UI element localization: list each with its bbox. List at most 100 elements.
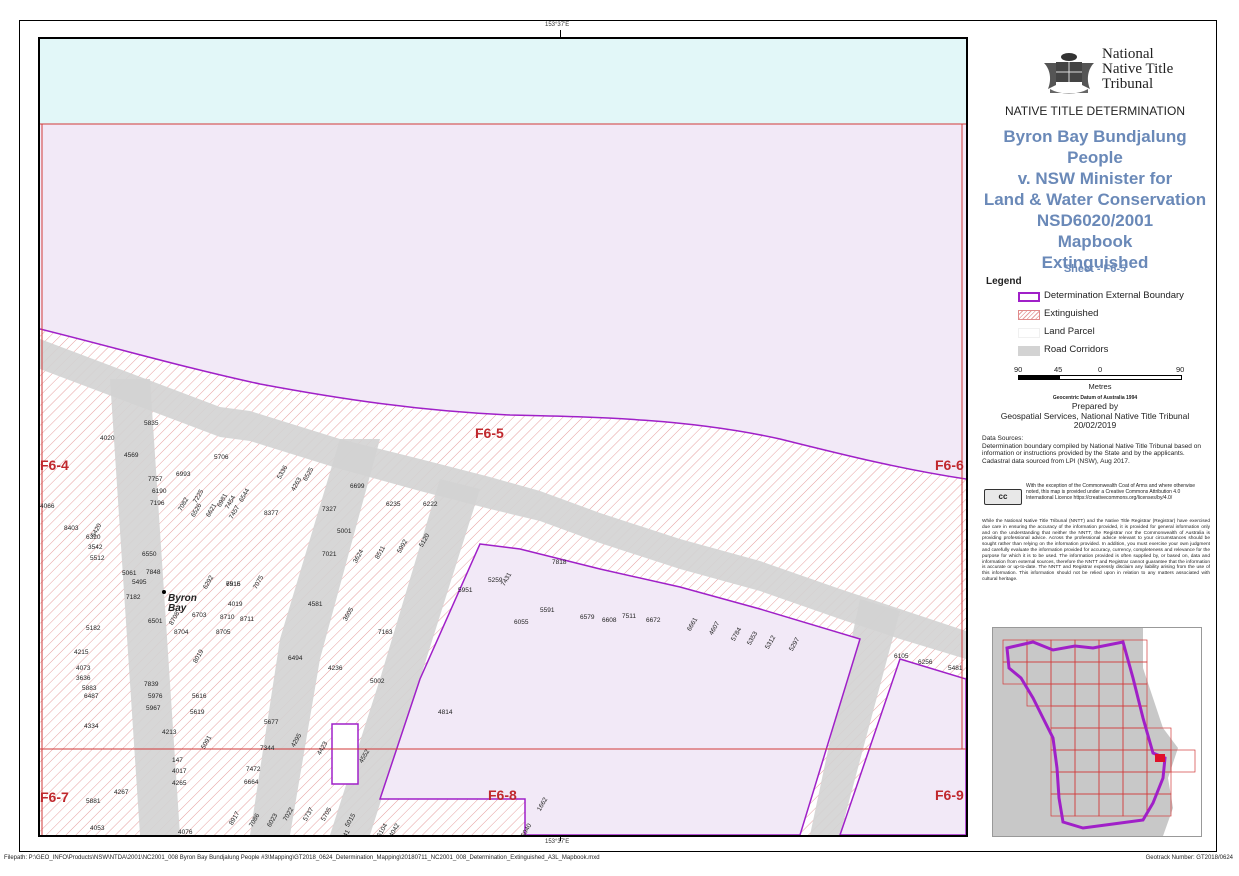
parcel-label: 6699: [350, 483, 365, 490]
parcel-label: 5061: [122, 570, 137, 577]
legend-item-land-parcel: Land Parcel: [1018, 326, 1212, 340]
small-parcel: [331, 723, 359, 785]
parcel-label: 6320: [86, 534, 101, 541]
parcel-label: 4236: [328, 665, 343, 672]
logo-line: Native Title: [1102, 61, 1174, 77]
scale-label: 90: [1176, 365, 1185, 374]
parcel-label: 7848: [146, 569, 161, 576]
licence-text: With the exception of the Commonwealth C…: [1026, 483, 1195, 501]
map-sheet: 153°37'E F6-5 F6-4 F6-6 F6-7 F6-8 F6-9 4…: [0, 0, 1239, 876]
parcel-label: 4076: [178, 829, 193, 836]
parcel-label: 8377: [264, 510, 279, 517]
sources-text: Determination boundary compiled by Natio…: [982, 442, 1201, 458]
sheet-number: Sheet - F6-5: [1063, 263, 1127, 275]
coordinate-tick-bottom: 153°37'E: [545, 839, 570, 845]
legend-label: Land Parcel: [1044, 326, 1095, 337]
parcel-label: 4814: [438, 709, 453, 716]
scale-bar-graphic: [1018, 375, 1182, 380]
parcel-label: 6579: [580, 614, 595, 621]
parcel-label: 6664: [244, 779, 259, 786]
parcel-label: 6608: [602, 617, 617, 624]
parcel-label: 5967: [146, 705, 161, 712]
legend-label: Road Corridors: [1044, 344, 1109, 355]
parcel-label: 4066: [40, 503, 55, 510]
legend-item-boundary: Determination External Boundary: [1018, 290, 1212, 304]
determination-header: NATIVE TITLE DETERMINATION: [1004, 104, 1186, 118]
scale-unit: Metres: [1088, 382, 1112, 391]
parcel-label: 4053: [90, 825, 105, 832]
logo-text: National Native Title Tribunal: [1102, 47, 1173, 92]
legend-item-road-corridors: Road Corridors: [1018, 344, 1212, 358]
parcel-label: 8704: [174, 629, 189, 636]
logo-line: National: [1102, 46, 1154, 62]
logo-line: Tribunal: [1102, 76, 1154, 92]
parcel-label: 5677: [264, 719, 279, 726]
parcel-label: 6222: [423, 501, 438, 508]
inset-canvas: [993, 628, 1201, 836]
parcel-label: 5002: [370, 678, 385, 685]
parcel-label: 8705: [216, 629, 231, 636]
scale-segment: [1060, 376, 1101, 379]
title-line: Mapbook: [1057, 232, 1133, 251]
sheet-label-southwest: F6-7: [40, 789, 69, 805]
parcel-label: 4334: [84, 723, 99, 730]
parcel-label: 6487: [84, 693, 99, 700]
title-line: NSD6020/2001: [1036, 211, 1154, 230]
data-sources: Data Sources: Determination boundary com…: [982, 435, 1210, 465]
parcel-label: 4267: [114, 789, 129, 796]
parcel-label: 7182: [126, 594, 141, 601]
parcel-label: 5001: [337, 528, 352, 535]
parcel-label: 6672: [646, 617, 661, 624]
locator-inset-map[interactable]: [992, 627, 1202, 837]
parcel-label: 7196: [150, 500, 165, 507]
parcel-label: 5835: [144, 420, 159, 427]
parcel-label: 5881: [86, 798, 101, 805]
hatch-swatch: [1018, 310, 1040, 320]
creative-commons-icon: cc: [984, 489, 1022, 505]
town-label: Byron Bay: [168, 593, 197, 614]
parcel-label: 6190: [152, 488, 167, 495]
parcel-label: 8403: [64, 525, 79, 532]
legend-item-extinguished: Extinguished: [1018, 308, 1212, 322]
parcel-label: 3636: [76, 675, 91, 682]
parcel-label: 7511: [622, 613, 636, 620]
geotrack-number: Geotrack Number: GT2018/0624: [1145, 855, 1233, 861]
parcel-label: 6105: [894, 653, 909, 660]
coat-of-arms-icon: [1044, 53, 1094, 94]
parcel-label: 6550: [142, 551, 157, 558]
town-marker: [162, 590, 166, 594]
parcel-label: 147: [172, 757, 183, 764]
prepared-line: 20/02/2019: [1073, 420, 1117, 430]
parcel-label: 4215: [74, 649, 89, 656]
tick-mark-top: [560, 30, 561, 37]
parcel-label: 7163: [378, 629, 393, 636]
parcel-label: 4569: [124, 452, 139, 459]
parcel-label: 8710: [220, 614, 235, 621]
parcel-label: 5706: [214, 454, 229, 461]
title-line: Byron Bay Bundjalung People: [1003, 127, 1187, 167]
title-line: v. NSW Minister for: [1017, 169, 1173, 188]
sheet-label-center: F6-5: [475, 425, 504, 441]
parcel-label: 7839: [144, 681, 159, 688]
title-line: Land & Water Conservation: [983, 190, 1207, 209]
map-area[interactable]: F6-5 F6-4 F6-6 F6-7 F6-8 F6-9 4020 5835 …: [38, 37, 968, 837]
parcel-label: 7818: [552, 559, 567, 566]
parcel-label: 6993: [176, 471, 191, 478]
parcel-label: 7344: [260, 745, 275, 752]
parcel-label: 5591: [540, 607, 555, 614]
prepared-by: Prepared by Geospatial Services, Nationa…: [978, 401, 1212, 431]
parcel-label: 6055: [514, 619, 529, 626]
legend-label: Extinguished: [1044, 308, 1099, 319]
boundary-swatch: [1018, 292, 1040, 302]
parcel-label: 6494: [288, 655, 303, 662]
map-title: Byron Bay Bundjalung People v. NSW Minis…: [978, 126, 1212, 273]
current-sheet-marker: [1155, 754, 1165, 762]
parcel-label: 5619: [190, 709, 205, 716]
sheet-label-east: F6-6: [935, 457, 964, 473]
legend-title: Legend: [986, 276, 1022, 287]
parcel-label: 5481: [948, 665, 963, 672]
map-info-panel: National Native Title Tribunal NATIVE TI…: [978, 37, 1212, 837]
scale-label: 90: [1014, 365, 1023, 374]
file-path: Filepath: P:\GEO_INFO\Products\NSW\NTDA\…: [4, 855, 600, 861]
parcel-label: 4073: [76, 665, 91, 672]
